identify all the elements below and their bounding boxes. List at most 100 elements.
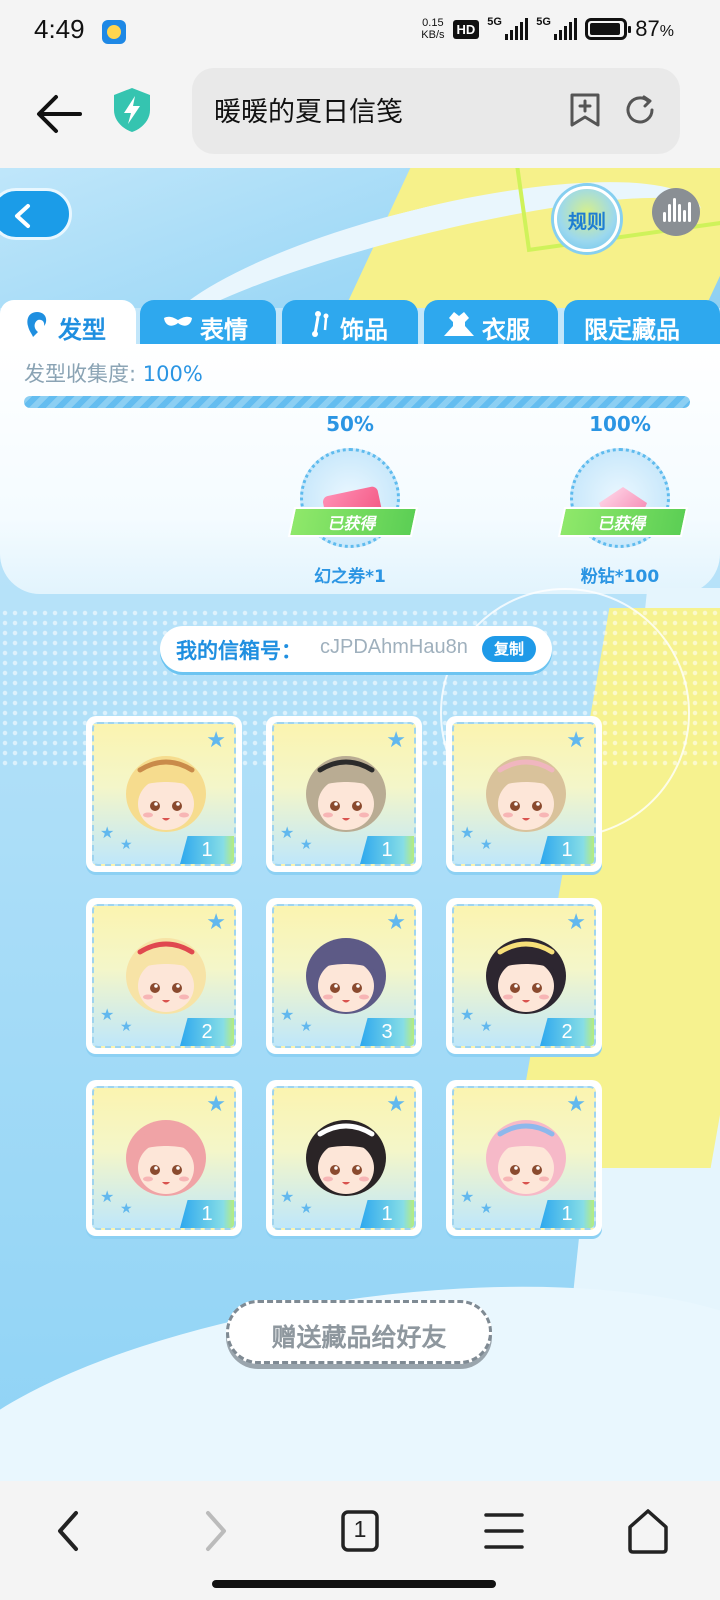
item-count-badge: 1 <box>180 836 234 864</box>
obtained-label: 已获得 <box>287 507 419 537</box>
reward-name: 幻之券*1 <box>314 567 386 587</box>
back-arrow-icon[interactable] <box>36 92 82 136</box>
tabs-icon[interactable]: 1 <box>330 1501 390 1561</box>
earring-icon <box>312 311 329 337</box>
status-indicators: 0.15 KB/s HD 5G 5G 87% <box>421 16 674 42</box>
hairstyle-avatar-icon <box>126 938 206 1014</box>
sound-toggle-icon[interactable] <box>652 188 700 236</box>
reward-name: 粉钻*100 <box>580 567 660 587</box>
clothes-icon <box>444 312 474 336</box>
item-count-badge: 1 <box>360 836 414 864</box>
reward-badge: 已获得 <box>287 448 419 548</box>
mask-icon <box>164 316 192 326</box>
card-background: ★ ★ ★ 1 <box>272 722 416 866</box>
game-back-button[interactable] <box>0 188 72 240</box>
status-bar: 4:49 0.15 KB/s HD 5G 5G 87% <box>0 0 720 64</box>
hairstyle-card[interactable]: ★ ★ ★ 1 <box>266 716 422 872</box>
hairstyle-card[interactable]: ★ ★ ★ 2 <box>446 898 602 1054</box>
browser-toolbar: 暖暖的夏日信笺 <box>0 64 720 168</box>
tab-limited[interactable]: 限定藏品 <box>564 300 720 346</box>
collection-progress-label: 发型收集度: 100% <box>24 362 203 386</box>
hairstyle-card[interactable]: ★ ★ ★ 1 <box>446 1080 602 1236</box>
mailbox-id-bar: 我的信箱号： cJPDAhmHau8n 复制 <box>160 626 552 672</box>
reward-badge: 已获得 <box>557 448 689 548</box>
star-icon: ★ <box>280 1187 295 1206</box>
hairstyle-card[interactable]: ★ ★ ★ 1 <box>266 1080 422 1236</box>
hairstyle-avatar-icon <box>306 1120 386 1196</box>
card-background: ★ ★ ★ 1 <box>452 1086 596 1230</box>
hairstyle-card[interactable]: ★ ★ ★ 1 <box>86 1080 242 1236</box>
mailbox-label: 我的信箱号： <box>176 639 302 663</box>
hairstyle-avatar-icon <box>486 1120 566 1196</box>
reward-milestone-100[interactable]: 100% 已获得 粉钻*100 <box>557 412 689 587</box>
obtained-label: 已获得 <box>557 507 689 537</box>
star-icon: ★ <box>100 823 115 842</box>
hairstyle-avatar-icon <box>306 938 386 1014</box>
category-tabs: 发型 表情 饰品 衣服 限定藏品 <box>0 300 720 346</box>
item-count-badge: 1 <box>360 1200 414 1228</box>
tab-clothes[interactable]: 衣服 <box>424 300 558 346</box>
tab-accessory[interactable]: 饰品 <box>282 300 418 346</box>
game-view: 规则 发型 表情 饰品 衣服 限定藏品 发型收集度: 100% 50% 已获得 … <box>0 168 720 1481</box>
home-icon[interactable] <box>618 1501 678 1561</box>
bookmark-add-icon[interactable] <box>568 92 602 128</box>
hd-badge: HD <box>452 19 480 39</box>
hairstyle-grid: ★ ★ ★ 1 ★ ★ ★ 1 ★ ★ ★ 1 ★ ★ ★ 2 ★ ★ ★ 3 ★ ★ ★ 2 ★ ★ ★ 1 ★ ★ ★ 1 ★ ★ ★ 1 <box>86 716 606 1236</box>
hairstyle-card[interactable]: ★ ★ ★ 1 <box>446 716 602 872</box>
back-icon[interactable] <box>40 1501 100 1561</box>
signal-icon: 5G <box>487 16 529 40</box>
collection-panel: 发型收集度: 100% 50% 已获得 幻之券*1 100% 已获得 粉钻*10… <box>0 344 720 594</box>
card-background: ★ ★ ★ 1 <box>92 1086 236 1230</box>
hairstyle-avatar-icon <box>306 756 386 832</box>
notification-app-icon <box>102 20 126 44</box>
progress-fill <box>24 396 690 408</box>
hairstyle-avatar-icon <box>126 1120 206 1196</box>
card-background: ★ ★ ★ 1 <box>92 722 236 866</box>
battery-percent: 87% <box>635 16 674 41</box>
item-count-badge: 2 <box>180 1018 234 1046</box>
reward-milestone-50[interactable]: 50% 已获得 幻之券*1 <box>287 412 419 587</box>
mailbox-code: cJPDAhmHau8n <box>320 636 468 658</box>
star-icon: ★ <box>280 823 295 842</box>
star-icon: ★ <box>100 1005 115 1024</box>
tab-expression[interactable]: 表情 <box>140 300 276 346</box>
hairstyle-card[interactable]: ★ ★ ★ 1 <box>86 716 242 872</box>
hairstyle-avatar-icon <box>486 756 566 832</box>
card-background: ★ ★ ★ 2 <box>92 904 236 1048</box>
shield-bolt-icon[interactable] <box>110 86 154 134</box>
battery-icon <box>585 18 632 40</box>
hairstyle-avatar-icon <box>126 756 206 832</box>
card-background: ★ ★ ★ 2 <box>452 904 596 1048</box>
item-count-badge: 1 <box>180 1200 234 1228</box>
item-count-badge: 1 <box>540 1200 594 1228</box>
hairstyle-card[interactable]: ★ ★ ★ 2 <box>86 898 242 1054</box>
browser-nav-bar: 1 <box>0 1481 720 1600</box>
menu-icon[interactable] <box>474 1501 534 1561</box>
signal-icon: 5G <box>536 16 578 40</box>
card-background: ★ ★ ★ 3 <box>272 904 416 1048</box>
status-time: 4:49 <box>34 14 85 44</box>
item-count-badge: 2 <box>540 1018 594 1046</box>
star-icon: ★ <box>460 823 475 842</box>
star-icon: ★ <box>460 1005 475 1024</box>
item-count-badge: 3 <box>360 1018 414 1046</box>
hair-icon <box>27 312 47 337</box>
star-icon: ★ <box>280 1005 295 1024</box>
page-title: 暖暖的夏日信笺 <box>214 97 403 128</box>
network-speed: 0.15 KB/s <box>421 17 445 41</box>
reload-icon[interactable] <box>622 92 658 128</box>
rules-button[interactable]: 规则 <box>554 186 620 252</box>
chevron-left-icon <box>15 204 30 228</box>
card-background: ★ ★ ★ 1 <box>452 722 596 866</box>
gift-to-friend-button[interactable]: 赠送藏品给好友 <box>226 1300 492 1364</box>
card-background: ★ ★ ★ 1 <box>272 1086 416 1230</box>
hairstyle-avatar-icon <box>486 938 566 1014</box>
tab-count: 1 <box>353 1516 367 1542</box>
address-bar[interactable]: 暖暖的夏日信笺 <box>192 68 680 154</box>
copy-button[interactable]: 复制 <box>482 636 536 662</box>
home-indicator <box>212 1580 496 1588</box>
forward-icon[interactable] <box>184 1501 244 1561</box>
item-count-badge: 1 <box>540 836 594 864</box>
tab-hair[interactable]: 发型 <box>0 300 136 346</box>
hairstyle-card[interactable]: ★ ★ ★ 3 <box>266 898 422 1054</box>
